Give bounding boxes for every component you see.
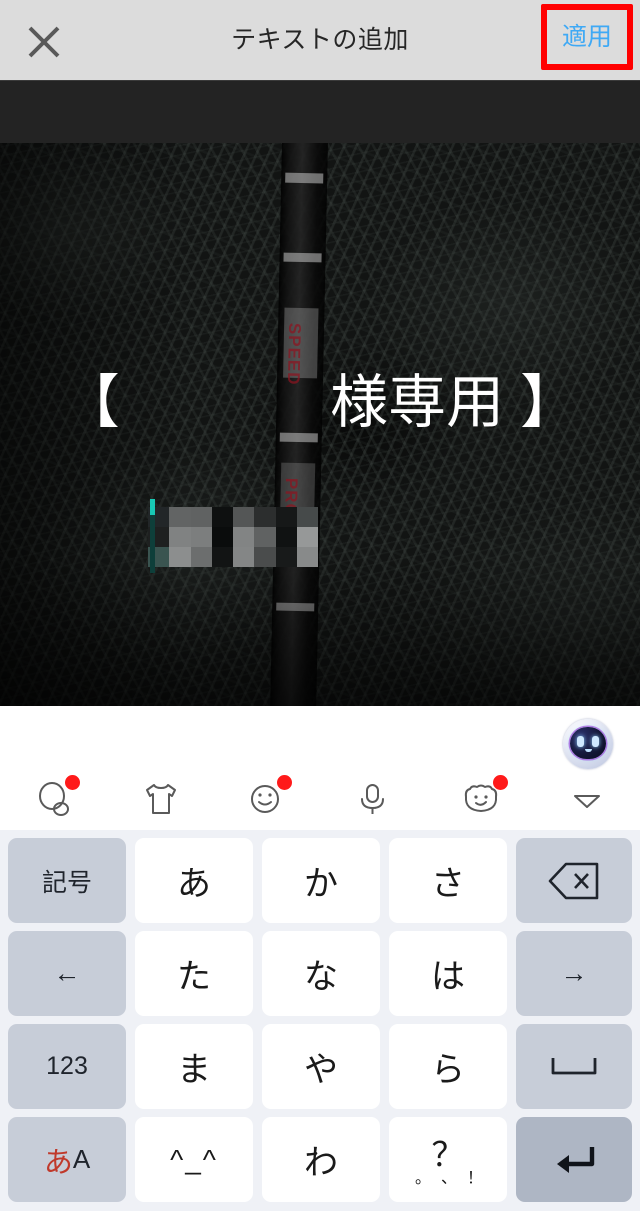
ai-orb-eye-right <box>592 736 599 747</box>
mosaic-block <box>275 547 297 567</box>
kana-sa-key-label: さ <box>431 865 465 903</box>
kana-sa-key[interactable]: さ <box>389 838 507 923</box>
kana-ka-key[interactable]: か <box>262 838 380 923</box>
text-caret <box>150 499 155 515</box>
kaomoji-label: ^_^ <box>170 1143 218 1175</box>
symbols-key[interactable]: 記号 <box>8 838 126 923</box>
punct-group: ？。、！ <box>389 1117 507 1202</box>
redaction-mosaic <box>148 507 318 567</box>
mosaic-block <box>296 527 318 547</box>
kana-ra-key-label: ら <box>431 1051 465 1089</box>
bear-badge <box>493 775 508 790</box>
kana-ma-key[interactable]: ま <box>135 1024 253 1109</box>
mosaic-block <box>233 547 255 567</box>
mosaic-block <box>254 507 276 527</box>
kana-ma-key-label: ま <box>177 1051 211 1089</box>
mosaic-block <box>169 507 191 527</box>
kana-ta-key-label: た <box>177 958 211 996</box>
ai-assistant-face-icon[interactable] <box>563 719 613 769</box>
kana-na-key[interactable]: な <box>262 931 380 1016</box>
kana-wa-key[interactable]: わ <box>262 1117 380 1202</box>
kana-ra-key[interactable]: ら <box>389 1024 507 1109</box>
numeric-key-label: 123 <box>46 1052 88 1080</box>
ai-orb-eye-left <box>577 736 584 747</box>
mosaic-block <box>275 507 297 527</box>
mosaic-block <box>296 507 318 527</box>
kana-a-key-label: あ <box>177 865 211 903</box>
kaomoji-key[interactable]: ^_^ <box>135 1117 253 1202</box>
symbols-key-label: 記号 <box>41 868 92 897</box>
apply-button-wrap: 適用 <box>549 12 625 62</box>
text-editor-screen: テキストの追加 適用 SPEED PRO 【 様専用 】 記号 あ か さ ← … <box>0 0 640 1211</box>
mosaic-block <box>254 527 276 547</box>
cursor-right-key-label: → <box>560 958 588 988</box>
keyboard-toolbar <box>0 770 640 828</box>
kana-ya-key[interactable]: や <box>262 1024 380 1109</box>
mode-ja-label: あ <box>43 1146 73 1179</box>
app-header: テキストの追加 適用 <box>0 0 640 80</box>
tshirt-theme-icon[interactable] <box>130 770 192 828</box>
enter-key[interactable] <box>516 1117 632 1202</box>
mosaic-block <box>254 547 276 567</box>
numeric-key[interactable]: 123 <box>8 1024 126 1109</box>
mosaic-block <box>190 527 212 547</box>
mosaic-block <box>169 527 191 547</box>
overlay-text-prefix: 【 <box>61 370 120 435</box>
fur-shadow-bottom <box>0 556 640 706</box>
chevron-down-icon[interactable] <box>556 770 618 828</box>
backspace-key[interactable] <box>516 838 632 923</box>
cursor-right-key[interactable]: → <box>516 931 632 1016</box>
mode-en-label: A <box>72 1144 91 1174</box>
punct-maru: 。 <box>415 1170 432 1187</box>
sticker-badge <box>65 775 80 790</box>
cursor-left-key[interactable]: ← <box>8 931 126 1016</box>
mosaic-block <box>211 507 233 527</box>
kana-wa-key-label: わ <box>304 1144 338 1182</box>
mosaic-block <box>211 547 233 567</box>
mosaic-block <box>211 527 233 547</box>
cursor-left-key-label: ← <box>53 958 81 988</box>
mosaic-block <box>169 547 191 567</box>
photo-canvas[interactable]: SPEED PRO 【 様専用 】 <box>0 143 640 706</box>
kana-ta-key[interactable]: た <box>135 931 253 1016</box>
microphone-icon[interactable] <box>342 770 404 828</box>
kana-a-key[interactable]: あ <box>135 838 253 923</box>
mosaic-block <box>296 547 318 567</box>
kana-ka-key-label: か <box>304 865 338 903</box>
bear-avatar-icon[interactable] <box>448 770 510 828</box>
punctuation-key[interactable]: ？。、！ <box>389 1117 507 1202</box>
mosaic-block <box>190 507 212 527</box>
canvas-top-band <box>0 80 640 143</box>
backspace-icon <box>548 862 599 899</box>
overlay-text-suffix: 様専用 】 <box>330 370 579 435</box>
emoji-smiley-icon[interactable] <box>236 770 298 828</box>
emoji-badge <box>277 775 292 790</box>
kana-ha-key-label: は <box>431 958 465 996</box>
kana-ha-key[interactable]: は <box>389 931 507 1016</box>
mosaic-block <box>233 507 255 527</box>
space-key[interactable] <box>516 1024 632 1109</box>
apply-button[interactable]: 適用 <box>549 12 625 62</box>
punct-ten: 、 <box>441 1170 458 1187</box>
enter-arrow-icon <box>557 1146 595 1173</box>
page-title: テキストの追加 <box>231 26 409 54</box>
space-icon <box>551 1057 597 1074</box>
mosaic-block <box>233 527 255 547</box>
ai-orb-inner <box>570 727 606 759</box>
input-mode-key[interactable]: あA <box>8 1117 126 1202</box>
kana-ya-key-label: や <box>304 1051 338 1089</box>
keyboard-keys: 記号あかさ ← たなは → 123 まやらあ A ^_^ わ？。、！ <box>0 830 640 1211</box>
mosaic-block <box>275 527 297 547</box>
sticker-bubble-icon[interactable] <box>24 770 86 828</box>
kana-na-key-label: な <box>304 958 338 996</box>
ai-orb-mouth <box>585 749 592 752</box>
punct-bang: ！ <box>467 1170 484 1187</box>
mosaic-block <box>190 547 212 567</box>
overlay-text[interactable]: 【 様専用 】 <box>0 365 640 441</box>
